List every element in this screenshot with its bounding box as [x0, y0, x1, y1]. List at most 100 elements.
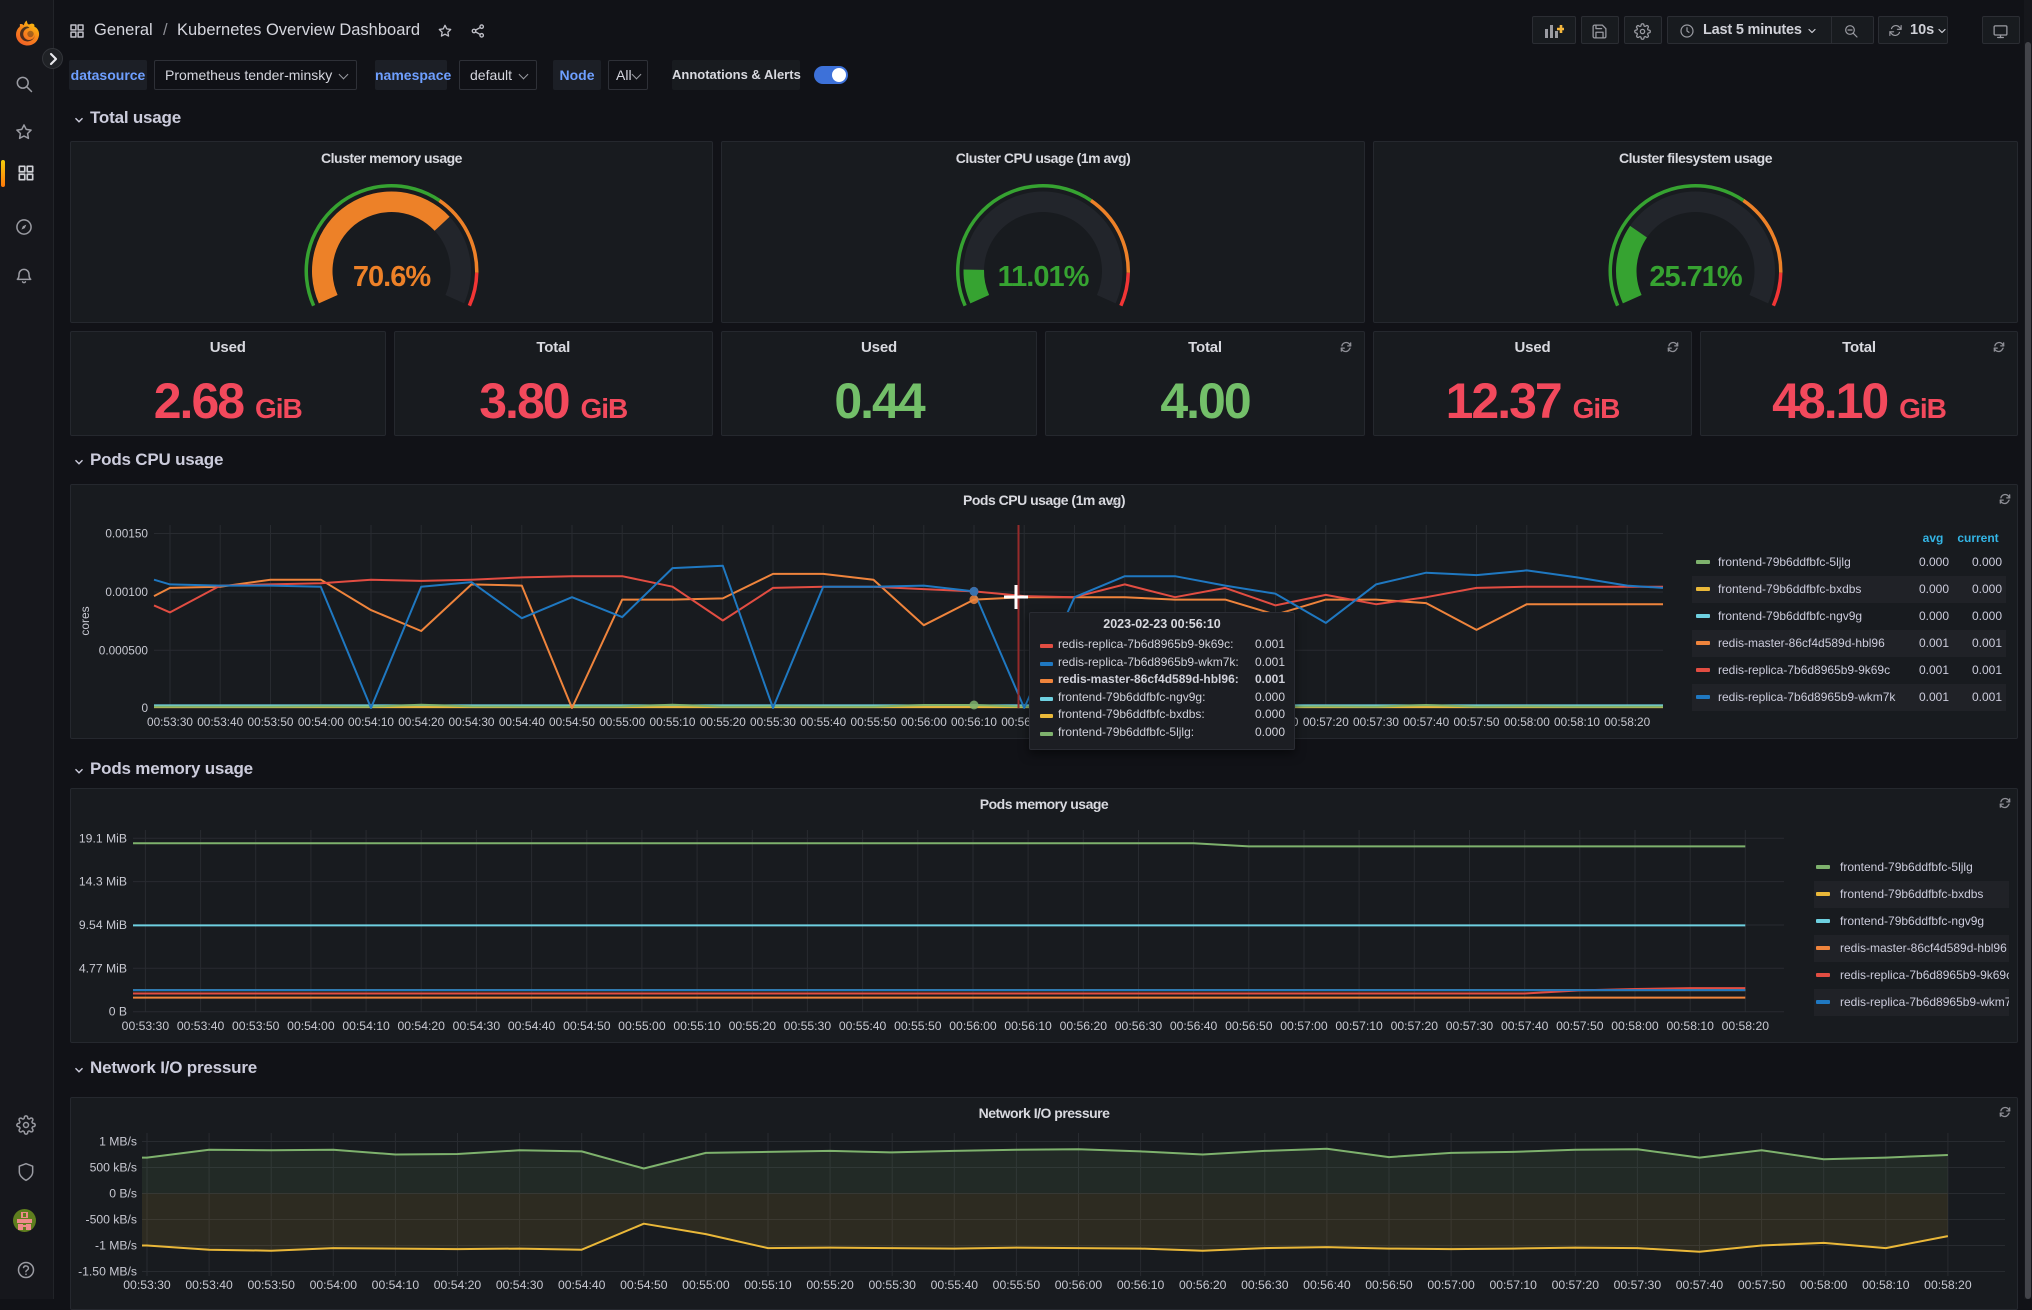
svg-text:00:54:20: 00:54:20	[434, 1278, 482, 1292]
svg-text:4.77 MiB: 4.77 MiB	[79, 961, 127, 975]
svg-text:00:57:50: 00:57:50	[1454, 715, 1500, 729]
svg-text:500 kB/s: 500 kB/s	[90, 1161, 137, 1175]
svg-text:00:55:40: 00:55:40	[931, 1278, 979, 1292]
svg-text:00:57:20: 00:57:20	[1391, 1019, 1439, 1033]
svg-text:00:55:00: 00:55:00	[599, 715, 645, 729]
svg-text:00:53:40: 00:53:40	[197, 715, 243, 729]
svg-text:00:54:30: 00:54:30	[496, 1278, 544, 1292]
svg-text:00:58:00: 00:58:00	[1504, 715, 1550, 729]
svg-text:0 B: 0 B	[109, 1005, 127, 1019]
svg-text:00:55:10: 00:55:10	[673, 1019, 721, 1033]
svg-text:00:55:40: 00:55:40	[800, 715, 846, 729]
svg-text:0.00100: 0.00100	[105, 585, 148, 599]
svg-text:00:54:00: 00:54:00	[310, 1278, 358, 1292]
svg-text:0: 0	[141, 701, 148, 715]
svg-text:00:57:00: 00:57:00	[1280, 1019, 1328, 1033]
svg-text:00:57:40: 00:57:40	[1403, 715, 1449, 729]
svg-text:0.00150: 0.00150	[105, 527, 148, 541]
svg-text:00:55:30: 00:55:30	[868, 1278, 916, 1292]
svg-text:00:55:30: 00:55:30	[784, 1019, 832, 1033]
svg-text:00:58:20: 00:58:20	[1924, 1278, 1972, 1292]
svg-text:00:57:10: 00:57:10	[1335, 1019, 1383, 1033]
svg-text:00:58:00: 00:58:00	[1800, 1278, 1848, 1292]
svg-text:00:57:30: 00:57:30	[1446, 1019, 1494, 1033]
svg-text:00:55:50: 00:55:50	[993, 1278, 1041, 1292]
svg-text:00:53:50: 00:53:50	[232, 1019, 280, 1033]
svg-text:00:55:00: 00:55:00	[682, 1278, 730, 1292]
svg-text:00:57:50: 00:57:50	[1738, 1278, 1786, 1292]
svg-text:-500 kB/s: -500 kB/s	[86, 1213, 137, 1227]
svg-text:00:53:40: 00:53:40	[177, 1019, 225, 1033]
svg-text:00:55:10: 00:55:10	[650, 715, 696, 729]
svg-text:00:55:30: 00:55:30	[750, 715, 796, 729]
svg-text:14.3 MiB: 14.3 MiB	[79, 875, 127, 889]
svg-text:00:53:50: 00:53:50	[248, 715, 294, 729]
svg-text:00:56:10: 00:56:10	[1004, 1019, 1052, 1033]
svg-text:00:57:50: 00:57:50	[1556, 1019, 1604, 1033]
svg-text:00:56:50: 00:56:50	[1225, 1019, 1273, 1033]
svg-text:00:53:40: 00:53:40	[185, 1278, 233, 1292]
svg-text:00:54:30: 00:54:30	[449, 715, 495, 729]
svg-text:00:57:30: 00:57:30	[1614, 1278, 1662, 1292]
svg-text:00:55:00: 00:55:00	[618, 1019, 666, 1033]
svg-text:00:56:00: 00:56:00	[901, 715, 947, 729]
svg-text:00:58:20: 00:58:20	[1604, 715, 1650, 729]
svg-text:00:54:30: 00:54:30	[453, 1019, 501, 1033]
svg-text:0.000500: 0.000500	[99, 643, 149, 657]
svg-text:0 B/s: 0 B/s	[109, 1187, 137, 1201]
svg-text:00:55:20: 00:55:20	[729, 1019, 777, 1033]
svg-text:00:55:20: 00:55:20	[806, 1278, 854, 1292]
svg-text:19.1 MiB: 19.1 MiB	[79, 831, 127, 845]
svg-text:1 MB/s: 1 MB/s	[99, 1135, 137, 1149]
svg-text:00:58:10: 00:58:10	[1554, 715, 1600, 729]
svg-text:-1.50 MB/s: -1.50 MB/s	[78, 1265, 137, 1279]
svg-text:00:53:30: 00:53:30	[122, 1019, 170, 1033]
svg-text:00:53:30: 00:53:30	[147, 715, 193, 729]
svg-text:00:56:30: 00:56:30	[1241, 1278, 1289, 1292]
svg-text:00:56:40: 00:56:40	[1170, 1019, 1218, 1033]
svg-text:00:55:50: 00:55:50	[851, 715, 897, 729]
svg-text:00:55:20: 00:55:20	[700, 715, 746, 729]
svg-text:00:54:20: 00:54:20	[397, 1019, 445, 1033]
svg-text:00:54:40: 00:54:40	[558, 1278, 606, 1292]
svg-text:00:54:50: 00:54:50	[563, 1019, 611, 1033]
svg-text:00:54:10: 00:54:10	[348, 715, 394, 729]
svg-text:00:56:10: 00:56:10	[1117, 1278, 1165, 1292]
svg-text:00:53:50: 00:53:50	[247, 1278, 295, 1292]
svg-text:00:55:10: 00:55:10	[744, 1278, 792, 1292]
svg-text:00:54:50: 00:54:50	[549, 715, 595, 729]
svg-text:cores: cores	[78, 606, 92, 635]
svg-text:00:54:40: 00:54:40	[508, 1019, 556, 1033]
svg-text:00:58:00: 00:58:00	[1611, 1019, 1659, 1033]
svg-text:00:54:00: 00:54:00	[287, 1019, 335, 1033]
svg-text:00:57:40: 00:57:40	[1501, 1019, 1549, 1033]
svg-text:00:57:20: 00:57:20	[1552, 1278, 1600, 1292]
svg-text:00:54:40: 00:54:40	[499, 715, 545, 729]
svg-text:00:54:10: 00:54:10	[372, 1278, 420, 1292]
svg-text:00:57:00: 00:57:00	[1427, 1278, 1475, 1292]
svg-text:00:56:50: 00:56:50	[1365, 1278, 1413, 1292]
svg-text:00:56:20: 00:56:20	[1060, 1019, 1108, 1033]
svg-text:00:56:20: 00:56:20	[1179, 1278, 1227, 1292]
svg-text:00:57:10: 00:57:10	[1489, 1278, 1537, 1292]
svg-text:00:58:10: 00:58:10	[1862, 1278, 1910, 1292]
svg-text:00:54:00: 00:54:00	[298, 715, 344, 729]
svg-text:00:57:20: 00:57:20	[1303, 715, 1349, 729]
svg-text:00:55:40: 00:55:40	[839, 1019, 887, 1033]
svg-text:00:56:00: 00:56:00	[949, 1019, 997, 1033]
svg-text:00:55:50: 00:55:50	[894, 1019, 942, 1033]
svg-text:00:56:00: 00:56:00	[1055, 1278, 1103, 1292]
svg-text:00:58:20: 00:58:20	[1722, 1019, 1770, 1033]
svg-text:00:57:40: 00:57:40	[1676, 1278, 1724, 1292]
svg-text:9.54 MiB: 9.54 MiB	[79, 918, 127, 932]
svg-text:00:57:30: 00:57:30	[1353, 715, 1399, 729]
svg-text:00:53:30: 00:53:30	[123, 1278, 171, 1292]
svg-text:-1 MB/s: -1 MB/s	[95, 1239, 137, 1253]
svg-text:00:56:10: 00:56:10	[951, 715, 997, 729]
svg-text:00:58:10: 00:58:10	[1666, 1019, 1714, 1033]
svg-text:00:54:50: 00:54:50	[620, 1278, 668, 1292]
svg-text:00:56:30: 00:56:30	[1115, 1019, 1163, 1033]
svg-text:00:56:40: 00:56:40	[1303, 1278, 1351, 1292]
svg-text:00:54:10: 00:54:10	[342, 1019, 390, 1033]
svg-text:00:54:20: 00:54:20	[398, 715, 444, 729]
